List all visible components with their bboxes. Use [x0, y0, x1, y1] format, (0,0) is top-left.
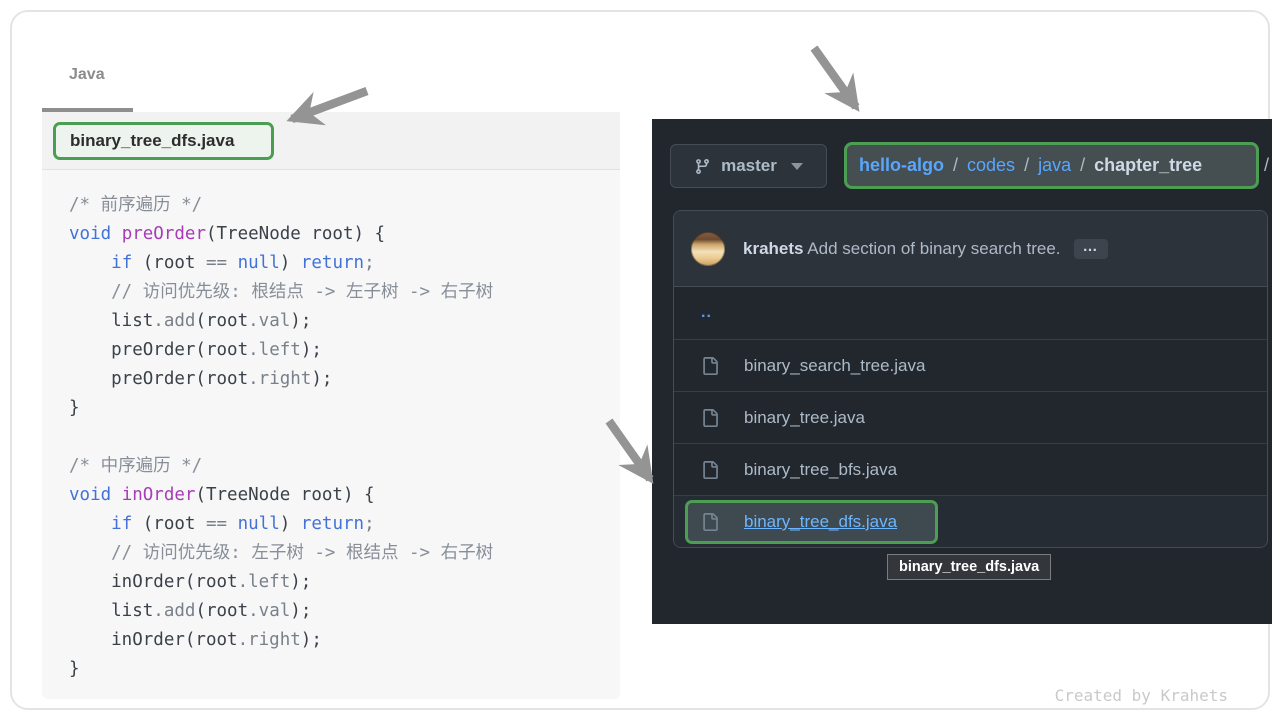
code-line: void inOrder(TreeNode root) { [69, 481, 620, 510]
chevron-down-icon [791, 163, 803, 170]
breadcrumb-separator: / [953, 155, 958, 176]
github-panel: master hello-algo / codes / java / chapter_tre… [652, 119, 1272, 624]
code-line: // 访问优先级: 左子树 -> 根结点 -> 右子树 [69, 539, 620, 568]
commit-summary: krahets Add section of binary search tre… [743, 239, 1061, 259]
file-link[interactable]: binary_tree_bfs.java [744, 460, 897, 480]
file-icon [701, 461, 719, 479]
breadcrumb-highlight-box: hello-algo / codes / java / chapter_tree [844, 142, 1259, 189]
filename-highlight-box: binary_tree_dfs.java [53, 122, 274, 160]
breadcrumb-item-codes[interactable]: codes [967, 155, 1015, 176]
watermark-credit: Created by Krahets [1055, 686, 1228, 705]
page-card: Java binary_tree_dfs.java /* 前序遍历 */void… [10, 10, 1270, 710]
code-line: /* 中序遍历 */ [69, 452, 620, 481]
file-row[interactable]: binary_tree.java [674, 391, 1267, 443]
file-row[interactable]: .. [674, 287, 1267, 339]
file-row[interactable]: binary_tree_bfs.java [674, 443, 1267, 495]
breadcrumb-trailing-separator: / [1264, 155, 1269, 176]
filename-tooltip: binary_tree_dfs.java [887, 554, 1051, 580]
code-area: /* 前序遍历 */void preOrder(TreeNode root) {… [42, 170, 620, 699]
file-link[interactable]: binary_search_tree.java [744, 356, 925, 376]
file-link[interactable]: binary_tree_dfs.java [744, 512, 897, 532]
file-row[interactable]: binary_tree_dfs.java [674, 495, 1267, 547]
code-header-bar: binary_tree_dfs.java [42, 112, 620, 169]
tab-java[interactable]: Java [69, 66, 105, 84]
breadcrumb-item-chapter_tree[interactable]: chapter_tree [1094, 155, 1202, 176]
code-line [69, 423, 620, 452]
file-icon [701, 513, 719, 531]
branch-name: master [721, 156, 777, 176]
parent-directory-link[interactable]: .. [701, 304, 712, 322]
code-line: } [69, 655, 620, 684]
commit-message[interactable]: Add section of binary search tree. [807, 239, 1060, 258]
code-line: inOrder(root.left); [69, 568, 620, 597]
file-row-content: binary_search_tree.java [701, 356, 925, 376]
branch-selector-button[interactable]: master [670, 144, 827, 188]
file-row[interactable]: binary_search_tree.java [674, 339, 1267, 391]
file-icon [701, 409, 719, 427]
code-line: } [69, 394, 620, 423]
code-filename: binary_tree_dfs.java [70, 131, 234, 151]
file-list: .. binary_search_tree.java binary_tree.jav… [674, 287, 1267, 547]
code-line: inOrder(root.right); [69, 626, 620, 655]
git-branch-icon [694, 158, 711, 175]
code-block: /* 前序遍历 */void preOrder(TreeNode root) {… [42, 170, 620, 684]
code-line: void preOrder(TreeNode root) { [69, 220, 620, 249]
code-line: if (root == null) return; [69, 510, 620, 539]
commit-kebab-button[interactable]: … [1074, 239, 1108, 259]
file-icon [701, 357, 719, 375]
file-browser-box: krahets Add section of binary search tre… [673, 210, 1268, 548]
breadcrumb-separator: / [1024, 155, 1029, 176]
code-line: list.add(root.val); [69, 597, 620, 626]
file-row-highlight-box: binary_tree_dfs.java [685, 500, 938, 544]
file-row-content: binary_tree.java [701, 408, 865, 428]
breadcrumb-item-java[interactable]: java [1038, 155, 1071, 176]
code-line: list.add(root.val); [69, 307, 620, 336]
breadcrumb-item-hello-algo[interactable]: hello-algo [859, 155, 944, 176]
code-line: preOrder(root.right); [69, 365, 620, 394]
commit-author[interactable]: krahets [743, 239, 803, 258]
breadcrumb-separator: / [1080, 155, 1085, 176]
code-line: // 访问优先级: 根结点 -> 左子树 -> 右子树 [69, 278, 620, 307]
avatar[interactable] [691, 232, 725, 266]
breadcrumb: hello-algo / codes / java / chapter_tree [859, 155, 1202, 176]
code-line: /* 前序遍历 */ [69, 191, 620, 220]
file-row-content: binary_tree_bfs.java [701, 460, 897, 480]
latest-commit-bar: krahets Add section of binary search tre… [674, 211, 1267, 287]
file-link[interactable]: binary_tree.java [744, 408, 865, 428]
code-line: preOrder(root.left); [69, 336, 620, 365]
code-line: if (root == null) return; [69, 249, 620, 278]
